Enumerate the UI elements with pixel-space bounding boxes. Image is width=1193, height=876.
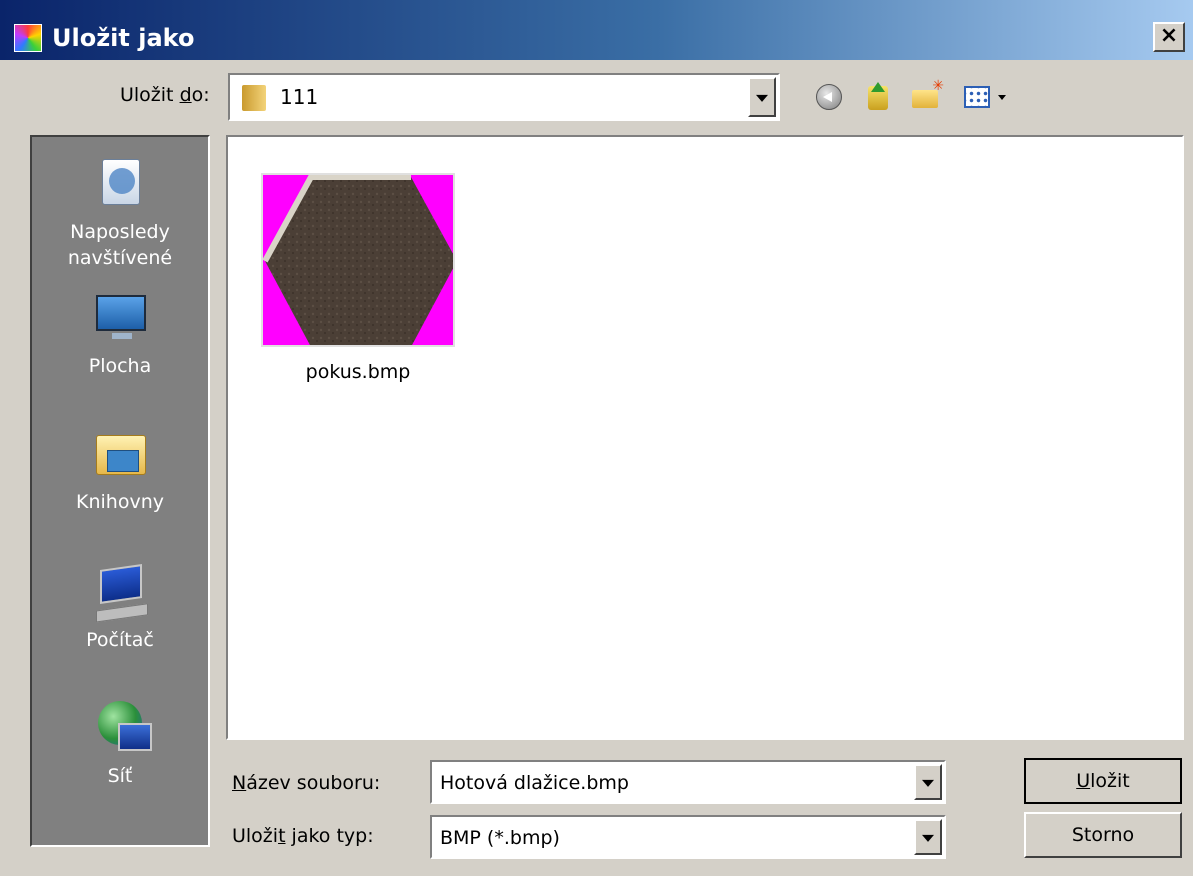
title-bar[interactable]: Uložit jako ×: [0, 0, 1193, 60]
file-list[interactable]: pokus.bmp: [226, 135, 1184, 740]
save-in-label: Uložit do:: [120, 84, 210, 106]
computer-icon: [90, 561, 150, 621]
file-item[interactable]: pokus.bmp: [258, 173, 458, 385]
folder-icon: [242, 85, 266, 111]
app-icon: [14, 24, 42, 52]
place-label: Počítač: [86, 629, 154, 651]
place-label: Knihovny: [76, 491, 164, 513]
place-label: Plocha: [88, 355, 152, 377]
filename-dropdown-button[interactable]: [914, 764, 942, 800]
file-thumbnail: [261, 173, 455, 347]
filename-combobox[interactable]: Hotová dlažice.bmp: [430, 760, 946, 804]
place-recent[interactable]: Naposledy navštívené: [32, 153, 208, 271]
place-desktop[interactable]: Plocha: [32, 287, 208, 379]
back-icon[interactable]: [812, 80, 846, 114]
places-bar: Naposledy navštívené Plocha Knihovny Počí…: [30, 135, 210, 847]
close-button[interactable]: ×: [1153, 22, 1185, 52]
libraries-icon: [90, 423, 150, 483]
place-network[interactable]: Síť: [32, 697, 208, 789]
network-icon: [90, 697, 152, 757]
window-title: Uložit jako: [52, 24, 195, 52]
desktop-icon: [90, 287, 150, 347]
filetype-value: BMP (*.bmp): [440, 827, 560, 849]
place-label: Naposledy navštívené: [67, 221, 173, 269]
hexagon-tile-image: [263, 175, 453, 345]
recent-places-icon: [90, 153, 150, 213]
filename-label: Název souboru:: [232, 772, 381, 794]
save-in-dropdown-button[interactable]: [748, 77, 776, 117]
filetype-dropdown-button[interactable]: [914, 819, 942, 855]
place-label: Síť: [107, 765, 133, 787]
up-folder-icon[interactable]: [860, 80, 894, 114]
place-libraries[interactable]: Knihovny: [32, 423, 208, 515]
filetype-label: Uložit jako typ:: [232, 825, 374, 847]
filetype-combobox[interactable]: BMP (*.bmp): [430, 815, 946, 859]
cancel-button[interactable]: Storno: [1024, 812, 1182, 858]
filename-value: Hotová dlažice.bmp: [440, 772, 629, 794]
place-computer[interactable]: Počítač: [32, 561, 208, 653]
save-in-value: 111: [280, 85, 319, 109]
save-as-dialog: Uložit jako × Uložit do: 111 Naposledyna…: [0, 0, 1193, 876]
view-menu-icon[interactable]: [960, 80, 1010, 114]
save-button[interactable]: Uložit: [1024, 758, 1182, 804]
new-folder-icon[interactable]: [908, 78, 944, 114]
file-name: pokus.bmp: [305, 361, 411, 383]
save-in-combobox[interactable]: 111: [228, 73, 780, 121]
